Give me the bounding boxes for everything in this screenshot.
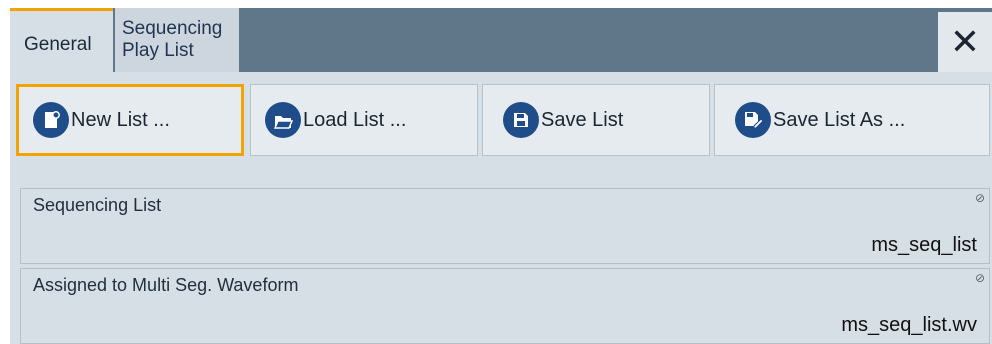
- tab-general-label: General: [24, 33, 92, 55]
- new-list-label: New List ...: [71, 108, 170, 131]
- tab-sequencing-play-list[interactable]: Sequencing Play List: [115, 8, 239, 72]
- tab-general[interactable]: General: [10, 8, 113, 72]
- assigned-waveform-field: Assigned to Multi Seg. Waveform ⊘ ms_seq…: [20, 268, 990, 344]
- read-only-icon: ⊘: [974, 191, 985, 205]
- new-list-button[interactable]: New List ...: [16, 84, 244, 156]
- assigned-waveform-label: Assigned to Multi Seg. Waveform: [33, 275, 299, 295]
- save-list-as-label: Save List As ...: [773, 108, 906, 131]
- tab-seq-label-line1: Sequencing: [122, 18, 223, 39]
- floppy-disk-icon: [503, 102, 539, 138]
- read-only-icon: ⊘: [974, 271, 985, 285]
- close-button[interactable]: ✕: [938, 12, 992, 72]
- load-list-button[interactable]: Load List ...: [250, 84, 478, 156]
- load-list-label: Load List ...: [303, 108, 407, 131]
- save-list-button[interactable]: Save List: [482, 84, 710, 156]
- tab-seq-label-line2: Play List: [122, 40, 194, 61]
- close-icon: ✕: [949, 21, 981, 62]
- floppy-disk-pen-icon: [735, 102, 771, 138]
- sequencing-list-value: ms_seq_list: [871, 234, 977, 256]
- save-list-label: Save List: [541, 108, 624, 131]
- save-list-as-button[interactable]: Save List As ...: [714, 84, 990, 156]
- sequencing-list-field: Sequencing List ⊘ ms_seq_list: [20, 188, 990, 264]
- sequencing-list-label: Sequencing List: [33, 195, 162, 215]
- new-document-icon: [33, 102, 69, 138]
- open-folder-icon: [265, 102, 301, 138]
- assigned-waveform-value: ms_seq_list.wv: [841, 314, 977, 336]
- sequencing-dialog: General Sequencing Play List ✕ New List …: [10, 8, 992, 344]
- tab-bar: General Sequencing Play List ✕: [10, 8, 992, 72]
